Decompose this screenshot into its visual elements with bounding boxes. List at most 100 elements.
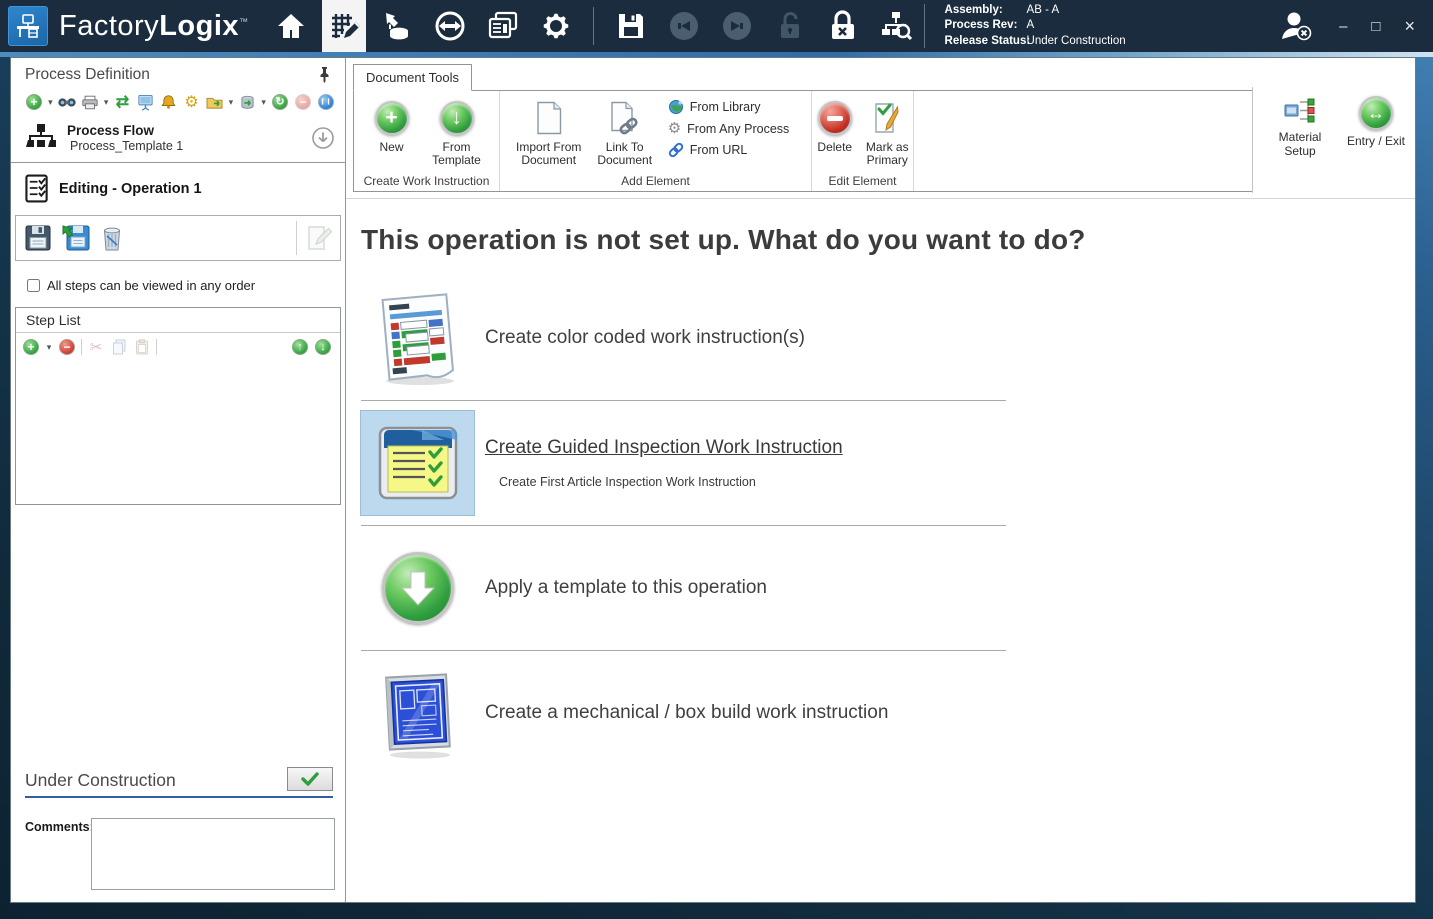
lock-permissions-icon[interactable]: [821, 4, 865, 48]
release-status-label: Release Status:: [945, 34, 1027, 50]
entry-exit-button[interactable]: ↔ Entry / Exit: [1343, 96, 1409, 193]
process-gears-icon: ⚙: [668, 121, 681, 136]
assembly-value: AB - A: [1027, 3, 1060, 19]
add-icon[interactable]: +: [25, 93, 43, 111]
archive-icon[interactable]: [238, 93, 256, 111]
settings-gear-icon[interactable]: [534, 4, 578, 48]
new-work-instruction-button[interactable]: + New: [364, 97, 420, 174]
option-mechanical-box-build[interactable]: Create a mechanical / box build work ins…: [346, 653, 1415, 773]
from-library-button[interactable]: From Library: [668, 99, 790, 115]
option-label[interactable]: Create color coded work instruction(s): [485, 327, 805, 349]
export-folder-icon[interactable]: [206, 93, 224, 111]
pause-icon[interactable]: ❙❙: [317, 93, 335, 111]
color-coded-document-icon: [372, 289, 464, 387]
process-search-icon[interactable]: [874, 4, 918, 48]
import-operation-icon[interactable]: [61, 224, 91, 252]
minimize-button[interactable]: –: [1339, 19, 1347, 34]
option-color-coded[interactable]: Create color coded work instruction(s): [346, 278, 1415, 398]
presentation-icon[interactable]: [137, 93, 155, 111]
refresh-icon[interactable]: ↻: [271, 93, 289, 111]
user-logout-icon[interactable]: [1279, 10, 1313, 42]
import-from-document-button[interactable]: Import From Document: [512, 97, 586, 174]
home-icon[interactable]: [269, 4, 313, 48]
archive-dropdown-icon[interactable]: ▾: [261, 97, 266, 108]
print-icon[interactable]: [81, 93, 99, 111]
step-list-empty-area[interactable]: [16, 360, 340, 504]
close-button[interactable]: ×: [1404, 17, 1415, 35]
documents-icon[interactable]: [481, 4, 525, 48]
status-underline: [25, 796, 333, 798]
delete-icon: [818, 101, 852, 135]
notification-bell-icon[interactable]: [160, 93, 178, 111]
delete-element-button[interactable]: Delete: [812, 97, 858, 174]
unlock-icon[interactable]: [768, 4, 812, 48]
material-setup-button[interactable]: Material Setup: [1267, 96, 1333, 193]
assembly-label: Assembly:: [945, 3, 1027, 19]
brand-wordmark: FactoryLogix™: [59, 10, 249, 43]
option-apply-template[interactable]: Apply a template to this operation: [346, 528, 1415, 648]
divider: [361, 650, 1006, 651]
order-checkbox-label: All steps can be viewed in any order: [47, 278, 255, 293]
order-checkbox[interactable]: [27, 279, 40, 292]
add-step-dropdown-icon[interactable]: ▾: [45, 342, 53, 353]
from-any-process-button[interactable]: ⚙ From Any Process: [668, 121, 790, 136]
option-guided-inspection[interactable]: Create Guided Inspection Work Instructio…: [346, 403, 1415, 523]
process-rev-label: Process Rev:: [945, 18, 1027, 34]
approve-button[interactable]: [287, 767, 333, 791]
window-controls: – □ ×: [1339, 17, 1419, 35]
setup-options: Create color coded work instruction(s): [346, 278, 1415, 773]
guided-inspection-link[interactable]: Create Guided Inspection Work Instructio…: [485, 437, 843, 459]
comments-textarea[interactable]: [91, 818, 335, 890]
import-data-icon[interactable]: [375, 4, 419, 48]
link-to-document-button[interactable]: Link To Document: [590, 97, 660, 174]
from-url-button[interactable]: From URL: [668, 142, 790, 158]
new-plus-icon: +: [375, 101, 409, 135]
import-document-icon: [536, 97, 562, 139]
export-dropdown-icon[interactable]: ▾: [229, 97, 234, 108]
process-definition-icon[interactable]: [322, 0, 366, 52]
selected-option-highlight[interactable]: [361, 411, 474, 515]
group-edit-element: Delete Mark as Primary: [812, 91, 914, 191]
pin-icon[interactable]: [318, 67, 331, 83]
add-dropdown-icon[interactable]: ▾: [48, 97, 53, 108]
process-settings-gear-icon[interactable]: ⚙: [183, 93, 201, 111]
remove-step-icon[interactable]: −: [58, 338, 76, 356]
process-flow-item[interactable]: Process Flow Process_Template 1: [25, 123, 335, 153]
exchange-icon[interactable]: ⇄: [114, 93, 132, 111]
process-rev-value: A: [1027, 18, 1035, 34]
move-step-down-icon[interactable]: ↓: [314, 338, 332, 356]
mark-as-primary-button[interactable]: Mark as Primary: [862, 97, 913, 174]
maximize-button[interactable]: □: [1371, 19, 1380, 34]
stop-icon[interactable]: −: [294, 93, 312, 111]
first-article-inspection-link[interactable]: Create First Article Inspection Work Ins…: [499, 475, 843, 489]
add-step-icon[interactable]: +: [22, 338, 40, 356]
edit-details-icon[interactable]: [306, 224, 332, 252]
toolbar-separator: [81, 339, 82, 355]
step-list-toolbar: + ▾ − ✂ ↑ ↓: [16, 333, 340, 360]
paste-icon[interactable]: [133, 338, 151, 356]
collapse-arrow-icon[interactable]: [311, 126, 335, 150]
group-add-element: Import From Document: [500, 91, 812, 191]
sync-icon[interactable]: [428, 4, 472, 48]
find-icon[interactable]: [58, 93, 76, 111]
move-step-up-icon[interactable]: ↑: [291, 338, 309, 356]
option-label[interactable]: Apply a template to this operation: [485, 577, 767, 599]
back-icon[interactable]: [662, 4, 706, 48]
save-operation-icon[interactable]: [24, 224, 52, 252]
copy-icon[interactable]: [110, 338, 128, 356]
divider: [361, 400, 1006, 401]
print-dropdown-icon[interactable]: ▾: [104, 97, 109, 108]
step-list-panel: Step List + ▾ − ✂ ↑ ↓: [15, 307, 341, 505]
option-label[interactable]: Create a mechanical / box build work ins…: [485, 702, 888, 724]
tab-document-tools[interactable]: Document Tools: [353, 64, 472, 91]
cut-icon[interactable]: ✂: [87, 338, 105, 356]
template-down-arrow-icon: ↓: [440, 101, 474, 135]
checklist-icon: [25, 174, 50, 203]
delete-operation-trash-icon[interactable]: [100, 224, 124, 252]
comments-label: Comments:: [25, 818, 91, 890]
forward-icon[interactable]: [715, 4, 759, 48]
titlebar-toolbar: [269, 0, 918, 52]
save-icon[interactable]: [609, 4, 653, 48]
from-template-button[interactable]: ↓ From Template: [424, 97, 490, 174]
library-globe-icon: [668, 99, 684, 115]
